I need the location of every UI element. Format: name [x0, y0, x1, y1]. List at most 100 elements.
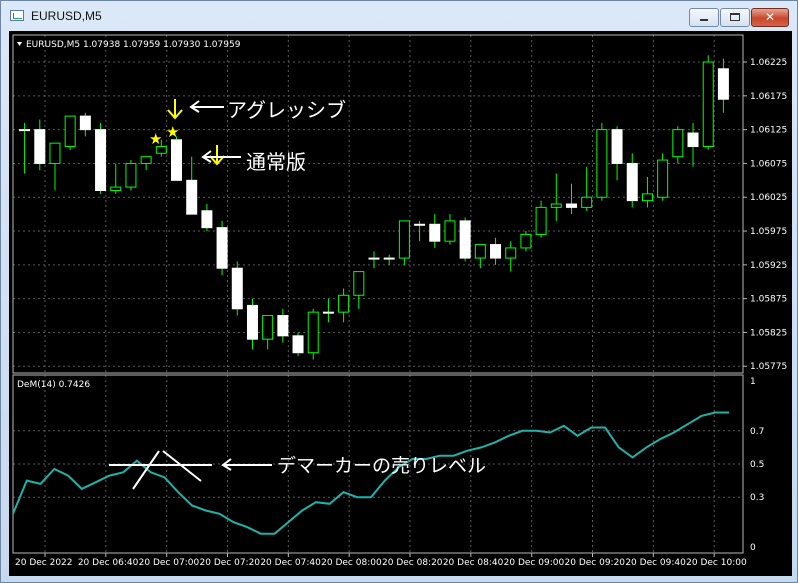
candle-body [49, 142, 61, 164]
time-tick-label: 20 Dec 07:20 [200, 558, 261, 568]
candle-body [277, 315, 289, 337]
candle-body [110, 186, 122, 191]
candle-body [95, 129, 107, 191]
candle-body [19, 129, 31, 132]
dem-sell-level-annotation: デマーカーの売りレベル [109, 450, 486, 490]
price-tick-label: 1.06175 [750, 92, 787, 102]
candle-body [626, 162, 638, 202]
indicator-tick-label: 0.3 [750, 493, 764, 503]
time-tick-label: 20 Dec 07:40 [260, 558, 321, 568]
normal-annotation: 通常版 [201, 145, 306, 174]
candle-body [717, 68, 729, 100]
candle-body [550, 203, 562, 208]
chart-window: EURUSD,M5 ✕ EURUSD,M5 1.07938 1.07959 1.… [0, 0, 798, 583]
candle-body [596, 129, 608, 198]
candle-body [398, 220, 410, 259]
chart-area[interactable]: EURUSD,M5 1.07938 1.07959 1.07930 1.0795… [9, 31, 792, 576]
price-tick-label: 1.05875 [750, 295, 787, 305]
time-tick-label: 20 Dec 09:00 [504, 558, 565, 568]
price-tick-label: 1.06225 [750, 58, 787, 68]
price-tick-label: 1.05925 [750, 261, 787, 271]
price-grid [13, 35, 743, 373]
time-tick-label: 20 Dec 08:20 [382, 558, 443, 568]
normal-label: 通常版 [246, 150, 306, 174]
candle-body [702, 61, 714, 148]
minimize-button[interactable] [689, 8, 719, 27]
candle-body [520, 233, 532, 249]
indicator-label: DeM(14) 0.7426 [17, 380, 90, 390]
chart-window-icon [10, 10, 24, 21]
candle-body [444, 220, 456, 242]
price-tick-label: 1.06125 [750, 126, 787, 136]
candle-body [414, 223, 426, 226]
time-tick-label: 20 Dec 10:00 [686, 558, 747, 568]
candle-body [353, 271, 365, 296]
maximize-icon [730, 13, 740, 21]
price-tick-label: 1.06075 [750, 159, 787, 169]
candle-body [581, 196, 593, 208]
candle-body [64, 115, 76, 148]
candle-body [565, 203, 577, 208]
chart-header: EURUSD,M5 1.07938 1.07959 1.07930 1.0795… [26, 40, 241, 50]
dem-sell-level-label: デマーカーの売りレベル [277, 455, 486, 477]
candle-body [474, 244, 486, 259]
time-tick-label: 20 Dec 09:20 [565, 558, 626, 568]
time-tick-label: 20 Dec 08:00 [321, 558, 382, 568]
peak-marker-line [132, 450, 160, 490]
candle-body [368, 257, 380, 260]
time-tick-label: 20 Dec 09:40 [625, 558, 686, 568]
star-icon: ★ [166, 123, 179, 141]
time-tick-label: 20 Dec 08:40 [443, 558, 504, 568]
title-bar[interactable]: EURUSD,M5 ✕ [1, 1, 797, 31]
candle-body [641, 193, 653, 202]
aggressive-label: アグレッシブ [227, 98, 346, 122]
candle-body [322, 311, 334, 314]
minimize-icon [700, 19, 708, 21]
indicator-tick-label: 0 [750, 543, 756, 553]
time-axis: 20 Dec 2022 20 Dec 06:40 20 Dec 07:00 20 De… [15, 553, 747, 568]
indicator-axis: 1 0.7 0.5 0.3 0 [750, 377, 764, 553]
indicator-tick-label: 1 [750, 377, 756, 387]
candle-body [262, 315, 274, 340]
price-tick-label: 1.05825 [750, 328, 787, 338]
candle-body [140, 156, 152, 164]
price-axis: 1.06225 1.06175 1.06125 1.06075 1.06025 1.059… [743, 58, 787, 372]
candle-body [611, 129, 623, 164]
time-tick-label: 20 Dec 07:00 [139, 558, 200, 568]
indicator-tick-label: 0.5 [750, 460, 764, 470]
time-tick-label: 20 Dec 2022 [15, 558, 73, 568]
candle-body [657, 159, 669, 198]
price-tick-label: 1.06025 [750, 193, 787, 203]
candle-body [201, 210, 213, 229]
candle-body [171, 139, 183, 181]
price-panel-frame [12, 34, 744, 374]
candle-body [383, 257, 395, 260]
candle-body [292, 335, 304, 354]
candle-body [307, 311, 319, 354]
price-tick-label: 1.05975 [750, 227, 787, 237]
maximize-button[interactable] [720, 8, 750, 27]
star-icon: ★ [149, 130, 162, 148]
candle-body [231, 267, 243, 310]
candle-body [125, 162, 137, 188]
candle-body [246, 304, 258, 340]
indicator-tick-label: 0.7 [750, 427, 764, 437]
time-tick-label: 20 Dec 06:40 [78, 558, 139, 568]
candle-body [687, 132, 699, 148]
candle-body [216, 227, 228, 269]
candle-body [338, 294, 350, 313]
close-icon: ✕ [764, 10, 776, 24]
candle-body [79, 115, 91, 131]
close-button[interactable]: ✕ [751, 8, 789, 27]
symbol-dropdown-icon[interactable] [17, 42, 22, 46]
candle-body [672, 129, 684, 158]
price-tick-label: 1.05775 [750, 362, 787, 372]
candlestick-series [19, 55, 729, 360]
candle-body [505, 247, 517, 259]
candle-body [429, 223, 441, 242]
candle-body [535, 206, 547, 235]
candle-body [490, 244, 502, 259]
candle-body [186, 179, 198, 215]
candle-body [34, 129, 46, 164]
chart-canvas[interactable]: EURUSD,M5 1.07938 1.07959 1.07930 1.0795… [9, 31, 792, 576]
